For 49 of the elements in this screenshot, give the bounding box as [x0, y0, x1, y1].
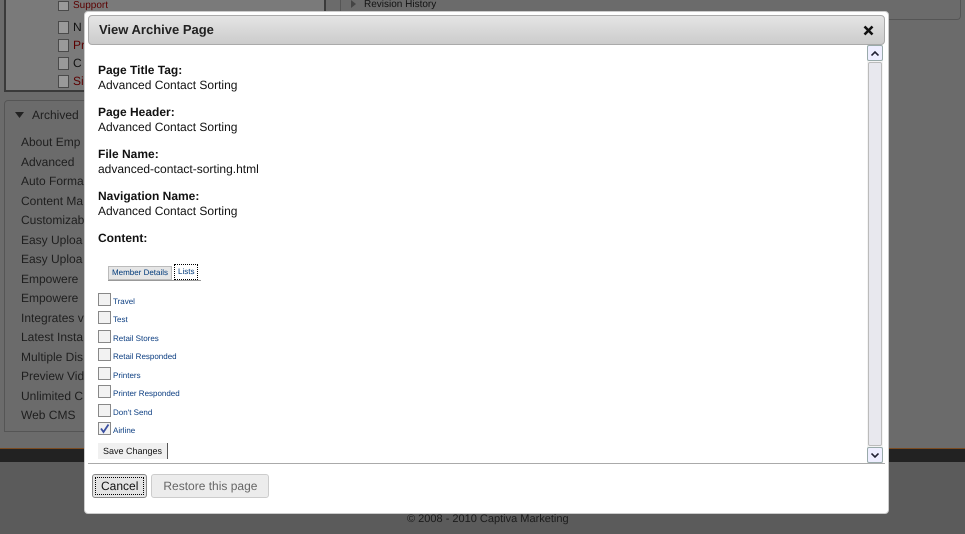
list-label: Printer Responded	[113, 390, 180, 398]
dialog-title: View Archive Page	[99, 21, 214, 40]
field-label: Page Title Tag:	[98, 63, 184, 78]
checkbox[interactable]	[98, 366, 111, 380]
list-label: Don't Send	[113, 408, 152, 416]
list-label: Retail Responded	[113, 353, 177, 361]
field-value: Advanced Contact Sorting	[98, 120, 238, 135]
checkbox[interactable]	[98, 311, 111, 324]
scrollbar[interactable]	[867, 45, 883, 463]
list-label: Travel	[113, 298, 135, 306]
scroll-down-icon[interactable]	[871, 452, 879, 458]
tab[interactable]: Lists	[174, 264, 198, 280]
panel-title: Revision History	[364, 0, 436, 10]
checkbox[interactable]	[98, 348, 111, 361]
tree-item[interactable]: Support	[73, 0, 108, 10]
checkbox[interactable]	[98, 422, 111, 435]
page-icon	[58, 38, 69, 52]
checkbox[interactable]	[98, 404, 111, 416]
tab[interactable]: Member Details	[108, 266, 172, 280]
field-value: Advanced Contact Sorting	[98, 204, 238, 219]
page-icon	[58, 56, 69, 70]
field-value: Advanced Contact Sorting	[98, 78, 238, 93]
page-icon	[58, 74, 69, 88]
expand-caret-icon[interactable]	[351, 0, 356, 8]
dialog-button[interactable]: Cancel	[92, 474, 148, 498]
list-label: Printers	[113, 372, 141, 380]
copyright-text: © 2008 - 2010 Captiva Marketing	[407, 512, 569, 527]
tree-item[interactable]: C	[73, 57, 82, 69]
field-value: advanced-contact-sorting.html	[98, 162, 260, 177]
panel-title: Archived	[32, 107, 79, 124]
list-label: Test	[113, 316, 128, 324]
close-icon[interactable]	[862, 24, 874, 36]
field-label: Navigation Name:	[98, 189, 200, 204]
save-changes-button[interactable]: Save Changes	[98, 443, 168, 459]
scroll-up-icon[interactable]	[871, 50, 879, 56]
collapse-caret-icon[interactable]	[15, 112, 24, 118]
field-label: Page Header:	[98, 105, 176, 120]
list-label: Retail Stores	[113, 334, 159, 342]
tree-item[interactable]: Si	[73, 75, 84, 87]
list-label: Airline	[113, 427, 136, 435]
field-label: Content:	[98, 231, 148, 246]
page-icon	[58, 20, 69, 34]
checkbox[interactable]	[98, 385, 111, 398]
field-label: File Name:	[98, 147, 160, 162]
checkbox[interactable]	[98, 292, 111, 306]
page-icon	[58, 0, 69, 10]
tree-item[interactable]: Pr	[73, 39, 85, 51]
tree-item[interactable]: N	[73, 21, 82, 33]
checkbox[interactable]	[98, 330, 111, 342]
